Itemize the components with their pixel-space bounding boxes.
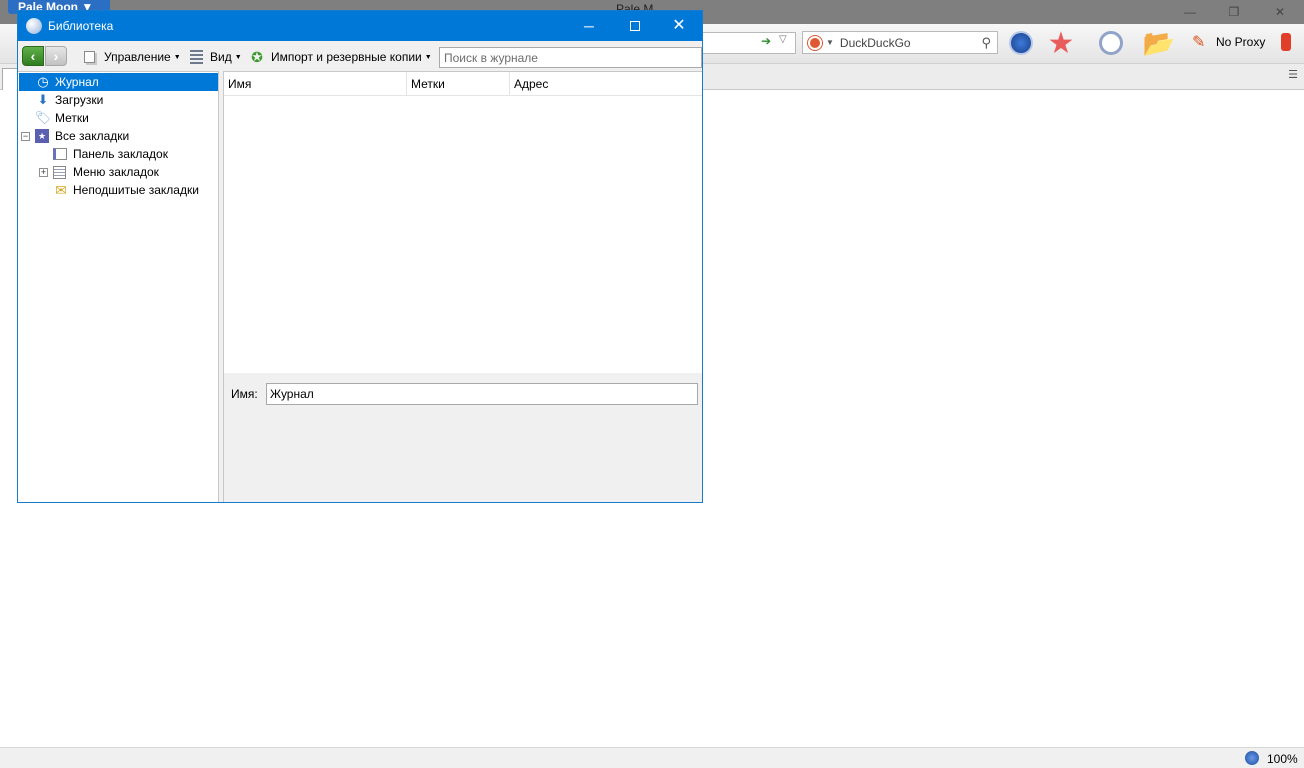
column-header-name[interactable]: Имя	[224, 72, 407, 96]
chevron-down-icon: ▼	[234, 53, 242, 61]
tree-item-bookmarks-toolbar[interactable]: Панель закладок	[19, 145, 218, 163]
library-title: Библиотека	[48, 19, 114, 33]
tree-item-label: Панель закладок	[73, 147, 168, 161]
browser-restore-button[interactable]: ❐	[1224, 4, 1244, 20]
chevron-down-icon: ▼	[424, 53, 432, 61]
tree-item-history[interactable]: ◷ Журнал	[19, 73, 218, 91]
tree-item-label: Журнал	[55, 75, 99, 89]
status-bar: 100%	[0, 747, 1304, 768]
search-input[interactable]	[439, 47, 702, 68]
bookmarks-toolbar-icon	[53, 148, 67, 160]
maximize-button[interactable]	[612, 11, 658, 41]
tree-item-all-bookmarks[interactable]: ★ Все закладки	[19, 127, 218, 145]
name-field[interactable]	[266, 383, 698, 405]
download-arrow-icon: ⬇	[37, 92, 49, 107]
name-field-label: Имя:	[231, 387, 258, 401]
addon-icon[interactable]	[1281, 33, 1291, 51]
forward-button[interactable]: ›	[45, 46, 67, 66]
tree-item-bookmarks-menu[interactable]: Меню закладок	[19, 163, 218, 181]
tree-item-label: Неподшитые закладки	[73, 183, 199, 197]
url-bar[interactable]: ➔ ▽	[700, 32, 796, 54]
views-menu-button[interactable]: Вид ▼	[190, 49, 242, 65]
search-engine-name: DuckDuckGo	[839, 35, 911, 50]
organize-icon	[84, 51, 95, 63]
zoom-level: 100%	[1267, 752, 1298, 766]
clock-icon: ◷	[37, 74, 49, 89]
list-view-icon	[190, 50, 203, 64]
places-list[interactable]: Имя Метки Адрес	[224, 71, 702, 373]
search-bar[interactable]: ▼ DuckDuckGo ⚲	[802, 31, 998, 54]
bookmarks-menu-icon	[53, 165, 66, 179]
pale-moon-icon	[26, 18, 42, 34]
tag-icon: 🏷	[34, 110, 52, 125]
star-bookmark-icon[interactable]: ★	[1046, 27, 1076, 60]
views-label: Вид	[210, 50, 232, 64]
column-header-location[interactable]: Адрес	[510, 72, 702, 96]
import-star-icon: ✪	[251, 49, 263, 65]
chevron-down-icon[interactable]: ▼	[826, 38, 834, 47]
history-clock-icon[interactable]	[1096, 28, 1126, 58]
places-tree[interactable]: ◷ Журнал ⬇ Загрузки 🏷 Метки − ★ Все закл…	[18, 71, 219, 502]
browser-minimize-button[interactable]: —	[1180, 4, 1200, 20]
import-backup-menu-button[interactable]: ✪ Импорт и резервные копии ▼	[249, 49, 432, 65]
tree-item-tags[interactable]: 🏷 Метки	[19, 109, 218, 127]
zoom-icon[interactable]	[1006, 28, 1036, 58]
go-arrow-icon[interactable]: ➔	[761, 34, 771, 48]
proxy-icon[interactable]: ✎	[1192, 32, 1210, 52]
close-button[interactable]: ✕	[656, 11, 702, 41]
chevron-down-icon: ▼	[173, 53, 181, 61]
minimize-button[interactable]: ─	[566, 11, 612, 41]
chevron-down-icon[interactable]: ▽	[779, 34, 787, 45]
duckduckgo-icon[interactable]	[808, 35, 822, 50]
proxy-label[interactable]: No Proxy	[1216, 35, 1265, 49]
browser-close-button[interactable]: ✕	[1270, 4, 1290, 20]
folder-icon[interactable]: 📂	[1143, 28, 1175, 58]
browser-tab[interactable]	[2, 68, 18, 90]
unsorted-bookmarks-icon: ✉	[55, 181, 67, 198]
tree-item-unsorted-bookmarks[interactable]: ✉ Неподшитые закладки	[19, 181, 218, 199]
list-all-tabs-icon[interactable]: ☰	[1286, 68, 1300, 82]
import-label: Импорт и резервные копии	[271, 50, 422, 64]
tree-item-downloads[interactable]: ⬇ Загрузки	[19, 91, 218, 109]
library-toolbar: ‹ › Управление ▼ Вид ▼ ✪ Импорт и резерв…	[18, 41, 702, 71]
zoom-icon[interactable]	[1245, 751, 1259, 765]
library-window: Библиотека ─ ✕ ‹ › Управление ▼ Вид ▼ ✪ …	[17, 10, 703, 503]
tree-item-label: Загрузки	[55, 93, 104, 107]
details-pane: Имя:	[224, 373, 702, 502]
list-header: Имя Метки Адрес	[224, 72, 702, 96]
all-bookmarks-icon: ★	[35, 129, 49, 143]
tree-item-label: Метки	[55, 111, 89, 125]
tree-item-label: Меню закладок	[73, 165, 159, 179]
organize-menu-button[interactable]: Управление ▼	[82, 49, 181, 65]
search-icon[interactable]: ⚲	[981, 35, 991, 51]
library-titlebar[interactable]: Библиотека ─ ✕	[18, 11, 702, 41]
organize-label: Управление	[104, 50, 171, 64]
column-header-tags[interactable]: Метки	[407, 72, 510, 96]
tree-item-label: Все закладки	[55, 129, 130, 143]
back-button[interactable]: ‹	[22, 46, 44, 66]
